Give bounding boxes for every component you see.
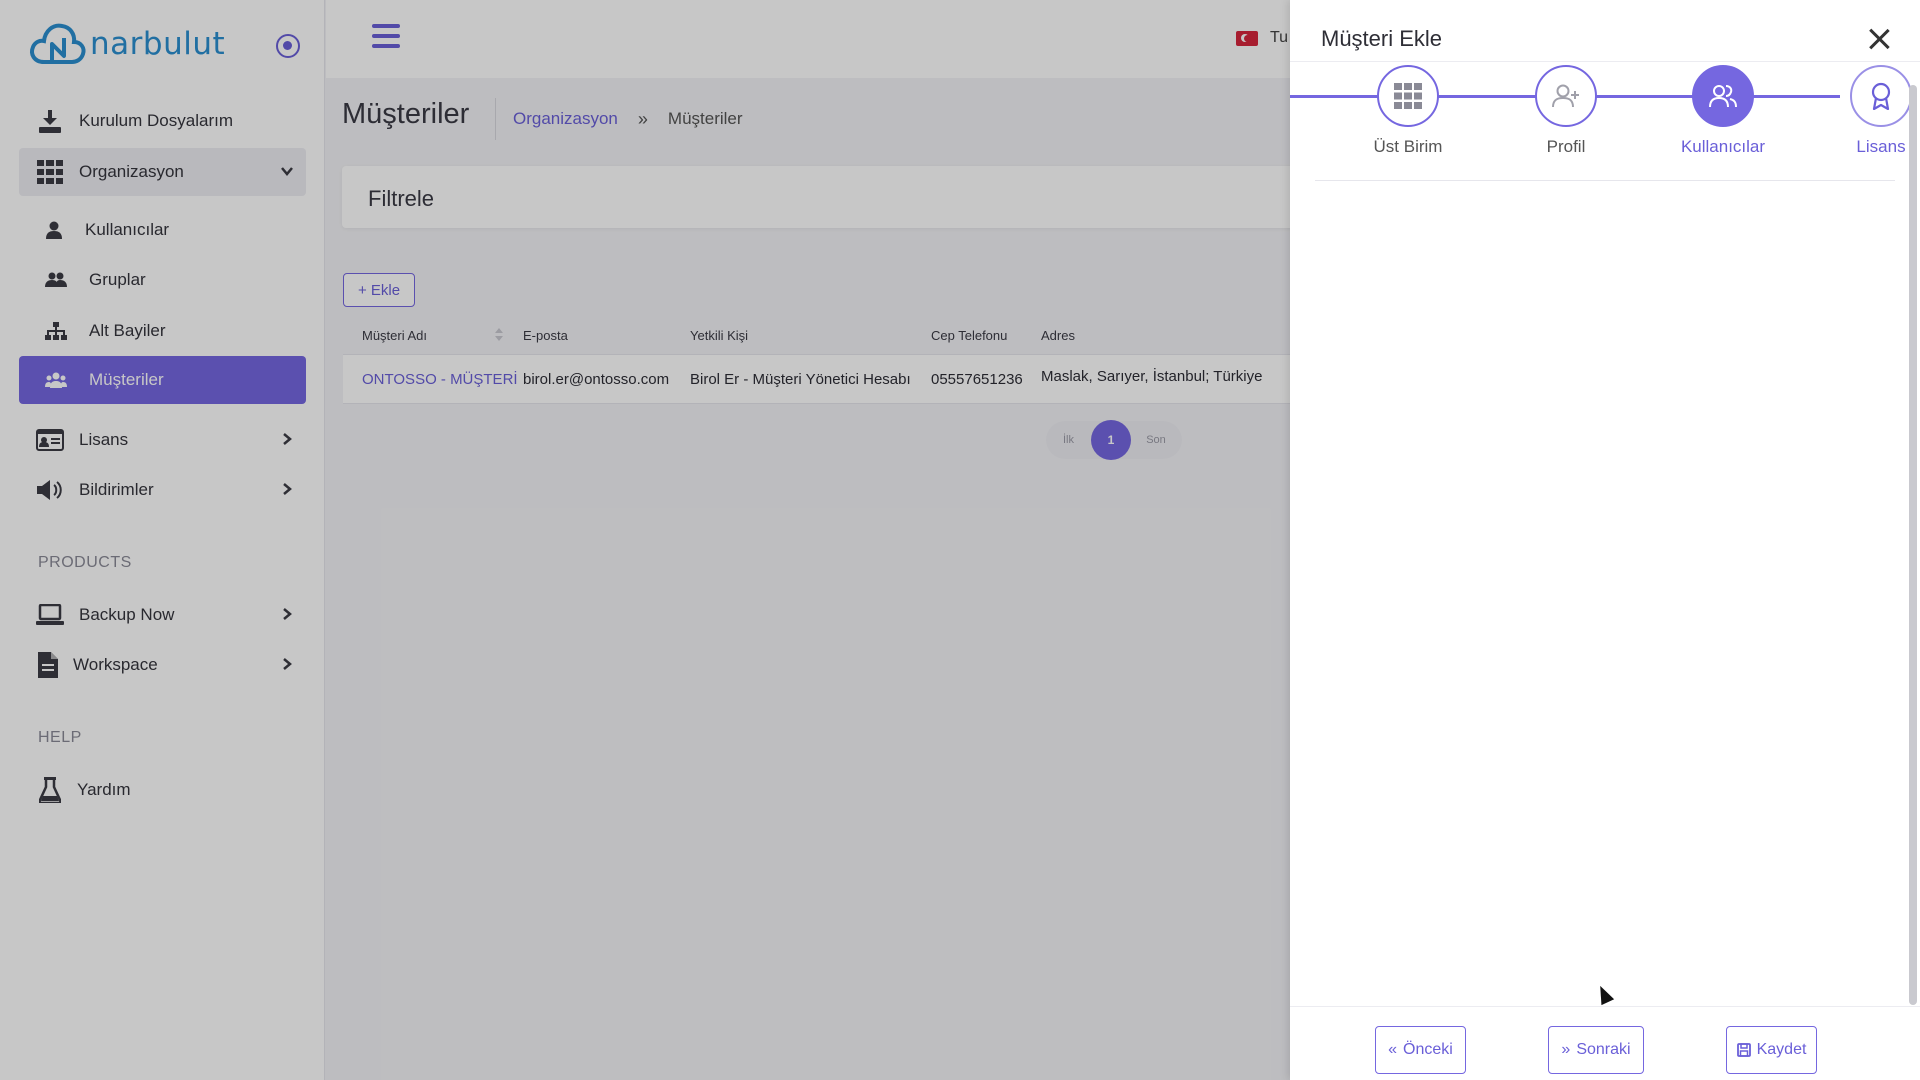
drawer-header: Müşteri Ekle: [1290, 0, 1920, 62]
grid-icon: [1377, 65, 1439, 127]
step-label: Lisans: [1856, 137, 1906, 156]
award-icon: [1850, 65, 1912, 127]
next-button-label: Sonraki: [1576, 1041, 1631, 1058]
next-button[interactable]: » Sonraki: [1548, 1026, 1644, 1074]
save-button[interactable]: Kaydet: [1726, 1026, 1817, 1074]
previous-button[interactable]: « Önceki: [1375, 1026, 1466, 1074]
step-label: Üst Birim: [1373, 137, 1443, 156]
previous-button-label: Önceki: [1403, 1041, 1453, 1058]
step-kullanicilar[interactable]: Kullanıcılar: [1643, 65, 1803, 157]
user-plus-icon: [1535, 65, 1597, 127]
add-customer-drawer: Müşteri Ekle Üst Birim Profil Kullanıcıl…: [1290, 0, 1920, 1080]
step-lisans[interactable]: Lisans: [1801, 65, 1920, 157]
step-label: Profil: [1546, 137, 1586, 156]
drawer-footer: « Önceki » Sonraki Kaydet: [1290, 1006, 1920, 1080]
step-ust-birim[interactable]: Üst Birim: [1328, 65, 1488, 157]
users-icon: [1692, 65, 1754, 127]
close-icon[interactable]: [1867, 27, 1891, 51]
double-chevron-left-icon: «: [1388, 1041, 1398, 1058]
divider: [1315, 180, 1895, 181]
step-profil[interactable]: Profil: [1486, 65, 1646, 157]
double-chevron-right-icon: »: [1561, 1041, 1571, 1058]
step-label: Kullanıcılar: [1680, 137, 1766, 156]
save-icon: [1736, 1043, 1751, 1057]
save-button-label: Kaydet: [1756, 1041, 1807, 1058]
drawer-title: Müşteri Ekle: [1321, 26, 1443, 51]
scrollbar[interactable]: [1909, 85, 1917, 1005]
